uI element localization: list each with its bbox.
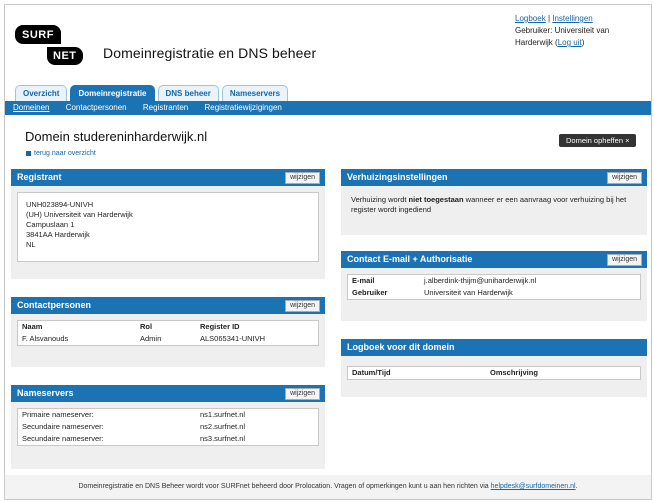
contacts-header: Contactpersonen wijzigen (11, 297, 325, 314)
tab-nameservers[interactable]: Nameservers (221, 85, 289, 101)
footer: Domeinregistratie en DNS Beheer wordt vo… (5, 475, 651, 499)
table-row: F. Alsvanouds Admin ALS065341-UNIVH (18, 333, 318, 345)
registrant-line: UNH023894-UNIVH (26, 200, 94, 209)
logo-surf: SURF (15, 25, 61, 44)
table-row: Secundaire nameserver: ns3.surfnet.nl (18, 433, 318, 445)
contacts-panel: Contactpersonen wijzigen Naam Rol Regist… (11, 297, 325, 367)
app-title: Domeinregistratie en DNS beheer (103, 45, 317, 61)
transfer-header: Verhuizingsinstellingen wijzigen (341, 169, 647, 186)
contact-auth-panel: Contact E-mail + Authorisatie wijzigen E… (341, 251, 647, 321)
log-title: Logboek voor dit domein (347, 342, 455, 352)
transfer-panel: Verhuizingsinstellingen wijzigen Verhuiz… (341, 169, 647, 235)
transfer-title: Verhuizingsinstellingen (347, 172, 448, 182)
footer-end: . (575, 483, 578, 490)
registrant-line: 3841AA Harderwijk (26, 230, 90, 239)
registrant-header: Registrant wijzigen (11, 169, 325, 186)
table-row: Gebruiker Universiteit van Harderwijk (348, 287, 640, 299)
subnav-registranten[interactable]: Registranten (143, 101, 188, 115)
log-header: Logboek voor dit domein (341, 339, 647, 356)
email-value: j.alberdink-thijm@uniharderwijk.nl (424, 276, 537, 285)
app-frame: SURF NET Domeinregistratie en DNS beheer… (4, 4, 652, 500)
contact-auth-header: Contact E-mail + Authorisatie wijzigen (341, 251, 647, 268)
transfer-text-before: Verhuizing wordt (351, 195, 409, 204)
ns-label: Secundaire nameserver: (22, 434, 104, 443)
user-box: Logboek | Instellingen Gebruiker: Univer… (515, 14, 610, 47)
registrant-line: Campuslaan 1 (26, 220, 75, 229)
nameservers-panel: Nameservers wijzigen Primaire nameserver… (11, 385, 325, 469)
transfer-text-bold: niet toegestaan (408, 195, 464, 204)
ns-label: Primaire nameserver: (22, 410, 94, 419)
col-rol: Rol (140, 322, 153, 331)
col-naam: Naam (22, 322, 43, 331)
transfer-text: Verhuizing wordt niet toegestaan wanneer… (341, 186, 647, 224)
nameservers-table: Primaire nameserver: ns1.surfnet.nl Secu… (18, 409, 318, 445)
tab-domeinregistratie[interactable]: Domeinregistratie (70, 85, 155, 101)
nameservers-title: Nameservers (17, 388, 74, 398)
table-row: Primaire nameserver: ns1.surfnet.nl (18, 409, 318, 421)
helpdesk-email-link[interactable]: helpdesk@surfdomeinen.nl (491, 483, 576, 490)
contact-auth-edit-button[interactable]: wijzigen (607, 254, 642, 266)
header: SURF NET Domeinregistratie en DNS beheer… (5, 5, 651, 85)
ns-value: ns3.surfnet.nl (200, 434, 246, 443)
col-register-id: Register ID (200, 322, 240, 331)
logboek-link[interactable]: Logboek (515, 14, 546, 23)
tab-dns-beheer[interactable]: DNS beheer (157, 85, 219, 101)
contacts-table-box: Naam Rol Register ID F. Alsvanouds Admin… (17, 320, 319, 346)
contact-name: F. Alsvanouds (22, 334, 69, 343)
subnav-domeinen[interactable]: Domeinen (13, 101, 49, 115)
contact-role: Admin (140, 334, 162, 343)
ns-value: ns1.surfnet.nl (200, 410, 246, 419)
registrant-line: (UH) Universiteit van Harderwijk (26, 210, 133, 219)
contacts-table: Naam Rol Register ID F. Alsvanouds Admin… (18, 321, 318, 345)
subnav-registratiewijzigingen[interactable]: Registratiewijzigingen (204, 101, 281, 115)
registrant-details: UNH023894-UNIVH (UH) Universiteit van Ha… (17, 192, 319, 262)
ns-value: ns2.surfnet.nl (200, 422, 246, 431)
nameservers-edit-button[interactable]: wijzigen (285, 388, 320, 400)
back-link-label: terug naar overzicht (34, 150, 96, 157)
cancel-domain-button[interactable]: Domein opheffen × (559, 134, 637, 147)
registrant-line: NL (26, 240, 36, 249)
tab-overzicht[interactable]: Overzicht (15, 85, 68, 101)
contact-auth-table-box: E-mail j.alberdink-thijm@uniharderwijk.n… (347, 274, 641, 300)
user-field-value: Universiteit van Harderwijk (424, 288, 513, 297)
col-omschrijving: Omschrijving (490, 368, 538, 377)
instellingen-link[interactable]: Instellingen (552, 14, 592, 23)
transfer-edit-button[interactable]: wijzigen (607, 172, 642, 184)
back-to-overview-link[interactable]: terug naar overzicht (26, 150, 96, 157)
email-label: E-mail (352, 276, 375, 285)
log-table: Datum/Tijd Omschrijving (348, 367, 640, 379)
nameservers-table-box: Primaire nameserver: ns1.surfnet.nl Secu… (17, 408, 319, 446)
footer-text: Domeinregistratie en DNS Beheer wordt vo… (78, 483, 491, 490)
log-table-box: Datum/Tijd Omschrijving (347, 366, 641, 380)
table-row: E-mail j.alberdink-thijm@uniharderwijk.n… (348, 275, 640, 287)
contact-auth-table: E-mail j.alberdink-thijm@uniharderwijk.n… (348, 275, 640, 299)
col-datum-tijd: Datum/Tijd (352, 368, 391, 377)
contact-auth-title: Contact E-mail + Authorisatie (347, 254, 473, 264)
main-tabs: Overzicht Domeinregistratie DNS beheer N… (15, 85, 291, 101)
separator: | (547, 14, 551, 23)
contacts-edit-button[interactable]: wijzigen (285, 300, 320, 312)
registrant-title: Registrant (17, 172, 62, 182)
back-square-icon (26, 150, 31, 156)
registrant-panel: Registrant wijzigen UNH023894-UNIVH (UH)… (11, 169, 325, 279)
log-panel: Logboek voor dit domein Datum/Tijd Omsch… (341, 339, 647, 397)
subnav-contactpersonen[interactable]: Contactpersonen (66, 101, 127, 115)
table-row: Secundaire nameserver: ns2.surfnet.nl (18, 421, 318, 433)
registrant-edit-button[interactable]: wijzigen (285, 172, 320, 184)
sub-navigation: Domeinen Contactpersonen Registranten Re… (5, 101, 651, 115)
contacts-title: Contactpersonen (17, 300, 92, 310)
user-field-label: Gebruiker (352, 288, 388, 297)
nameservers-header: Nameservers wijzigen (11, 385, 325, 402)
surfnet-logo: SURF NET (15, 25, 83, 69)
logout-link[interactable]: Log uit (558, 38, 582, 47)
logo-net: NET (47, 47, 83, 65)
ns-label: Secundaire nameserver: (22, 422, 104, 431)
page-title: Domein studereninharderwijk.nl (25, 129, 208, 144)
contact-register-id: ALS065341-UNIVH (200, 334, 266, 343)
